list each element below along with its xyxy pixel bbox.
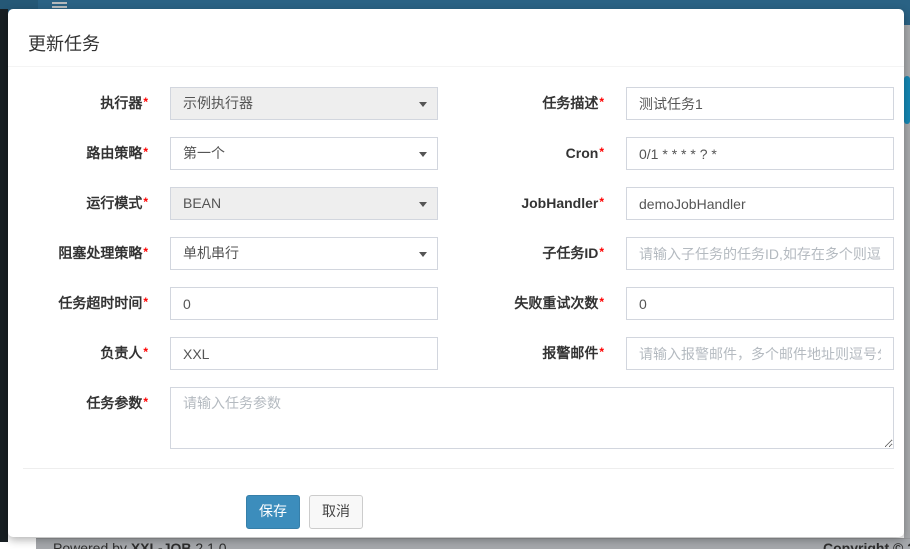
update-job-form: 执行器* 示例执行器 任务描述* 路由策略* 第一个 Cron* 运行模式* B…: [23, 87, 889, 529]
footer-powered-text: Powered by XXL-JOB 2.1.0: [53, 540, 227, 549]
required-mark: *: [599, 245, 604, 259]
cancel-button[interactable]: 取消: [309, 495, 363, 529]
chevron-down-icon: [419, 252, 427, 257]
job-handler-input[interactable]: [626, 187, 894, 220]
job-desc-input[interactable]: [626, 87, 894, 120]
route-strategy-selected-value: 第一个: [183, 145, 225, 161]
footer-copyright-text: Copyright © 2: [823, 540, 910, 549]
update-job-modal: 更新任务 执行器* 示例执行器 任务描述* 路由策略* 第一个 Cron* 运行…: [8, 9, 904, 537]
glue-type-label: 运行模式*: [23, 187, 160, 221]
modal-body: 执行器* 示例执行器 任务描述* 路由策略* 第一个 Cron* 运行模式* B…: [8, 67, 904, 529]
modal-title: 更新任务: [28, 30, 884, 56]
timeout-input[interactable]: [170, 287, 438, 320]
required-mark: *: [599, 145, 604, 159]
timeout-label: 任务超时时间*: [23, 287, 160, 321]
required-mark: *: [143, 195, 148, 209]
author-input[interactable]: [170, 337, 438, 370]
required-mark: *: [143, 245, 148, 259]
child-job-id-input[interactable]: [626, 237, 894, 270]
job-param-label: 任务参数*: [23, 387, 160, 421]
job-param-textarea[interactable]: [170, 387, 894, 449]
fail-retry-label: 失败重试次数*: [448, 287, 616, 321]
modal-header: 更新任务: [8, 9, 904, 67]
chevron-down-icon: [419, 152, 427, 157]
fail-retry-input[interactable]: [626, 287, 894, 320]
page-footer: Powered by XXL-JOB 2.1.0 Copyright © 2: [36, 538, 910, 549]
chevron-down-icon: [419, 102, 427, 107]
required-mark: *: [599, 95, 604, 109]
route-strategy-label: 路由策略*: [23, 137, 160, 171]
route-strategy-select[interactable]: 第一个: [170, 137, 438, 170]
required-mark: *: [599, 295, 604, 309]
scrollbar-thumb[interactable]: [904, 76, 910, 124]
block-strategy-select[interactable]: 单机串行: [170, 237, 438, 270]
chevron-down-icon: [419, 202, 427, 207]
block-strategy-selected-value: 单机串行: [183, 245, 239, 261]
required-mark: *: [143, 295, 148, 309]
executor-select: 示例执行器: [170, 87, 438, 120]
glue-type-selected-value: BEAN: [183, 195, 221, 211]
cron-label: Cron*: [448, 137, 616, 171]
executor-label: 执行器*: [23, 87, 160, 121]
footer-divider: [23, 468, 894, 469]
required-mark: *: [143, 345, 148, 359]
executor-selected-value: 示例执行器: [183, 95, 253, 111]
required-mark: *: [143, 95, 148, 109]
sidebar-edge: [0, 9, 8, 542]
cron-input[interactable]: [626, 137, 894, 170]
job-handler-label: JobHandler*: [448, 187, 616, 221]
required-mark: *: [143, 395, 148, 409]
required-mark: *: [599, 195, 604, 209]
required-mark: *: [143, 145, 148, 159]
child-job-id-label: 子任务ID*: [448, 237, 616, 271]
block-strategy-label: 阻塞处理策略*: [23, 237, 160, 271]
alarm-email-label: 报警邮件*: [448, 337, 616, 371]
job-desc-label: 任务描述*: [448, 87, 616, 121]
modal-actions: 保存 取消: [23, 495, 894, 529]
glue-type-select: BEAN: [170, 187, 438, 220]
alarm-email-input[interactable]: [626, 337, 894, 370]
author-label: 负责人*: [23, 337, 160, 371]
save-button[interactable]: 保存: [246, 495, 300, 529]
required-mark: *: [599, 345, 604, 359]
footer-brand: XXL-JOB: [131, 540, 192, 549]
